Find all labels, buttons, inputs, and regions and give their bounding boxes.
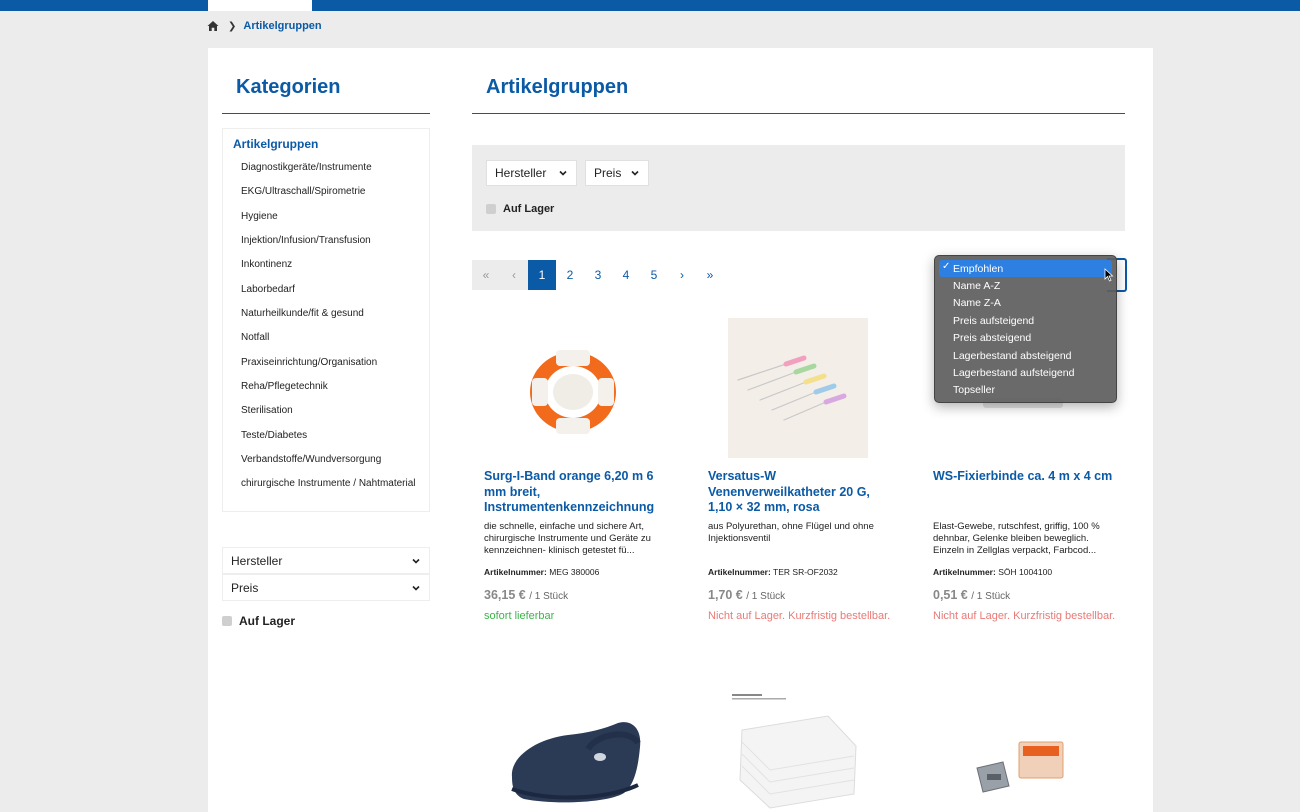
sidebar-title: Kategorien xyxy=(236,76,341,98)
product-image-blades[interactable] xyxy=(933,730,1118,812)
product-sku-label: Artikelnummer: xyxy=(933,567,996,577)
mouse-cursor-icon xyxy=(1104,268,1114,282)
pagination-page[interactable]: 5 xyxy=(640,260,668,290)
filter-panel: Hersteller Preis Auf Lager xyxy=(472,145,1125,231)
category-group-active[interactable]: Artikelgruppen xyxy=(233,137,318,151)
sidebar-filter-manufacturer-label: Hersteller xyxy=(231,553,283,568)
category-item[interactable]: Notfall xyxy=(241,331,421,345)
product-name[interactable]: Versatus-W Venenverweilkatheter 20 G, 1,… xyxy=(708,469,893,516)
product-sku: Artikelnummer: SÖH 1004100 xyxy=(933,567,1052,577)
pagination-page[interactable]: 3 xyxy=(584,260,612,290)
product-availability: sofort lieferbar xyxy=(484,610,555,622)
sidebar-filter-price-label: Preis xyxy=(231,580,259,595)
sort-option-selected[interactable]: ✓ Empfohlen xyxy=(939,260,1112,278)
chevron-right-icon: ❯ xyxy=(228,20,237,32)
category-item[interactable]: chirurgische Instrumente / Nahtmaterial xyxy=(241,477,421,491)
in-stock-filter[interactable]: Auf Lager xyxy=(486,203,554,215)
product-sku-label: Artikelnummer: xyxy=(708,567,771,577)
sort-option[interactable]: Preis absteigend xyxy=(939,330,1112,347)
product-price-value: 36,15 € xyxy=(484,588,526,602)
product-sku-value: SÖH 1004100 xyxy=(998,567,1053,577)
filter-manufacturer-label: Hersteller xyxy=(495,166,547,180)
product-price: 36,15 € / 1 Stück xyxy=(484,588,568,602)
category-item[interactable]: Verbandstoffe/Wundversorgung xyxy=(241,453,421,467)
product-name[interactable]: WS-Fixierbinde ca. 4 m x 4 cm xyxy=(933,469,1118,485)
filter-price-label: Preis xyxy=(594,166,622,180)
category-item[interactable]: Inkontinenz xyxy=(241,258,421,272)
sort-option[interactable]: Preis aufsteigend xyxy=(939,312,1112,329)
home-icon[interactable] xyxy=(207,20,219,32)
sidebar-filter-price[interactable]: Preis xyxy=(222,574,430,601)
product-sku-label: Artikelnummer: xyxy=(484,567,547,577)
sidebar-in-stock-filter[interactable]: Auf Lager xyxy=(222,614,295,628)
in-stock-checkbox[interactable] xyxy=(222,616,232,626)
product-unit: / 1 Stück xyxy=(529,591,569,602)
top-bar-tab[interactable] xyxy=(208,0,312,11)
sort-option[interactable]: Topseller xyxy=(939,382,1112,399)
sort-option[interactable]: Name A-Z xyxy=(939,277,1112,294)
product-sku-value: MEG 380006 xyxy=(549,567,600,577)
product-unit: / 1 Stück xyxy=(746,591,786,602)
filter-manufacturer-button[interactable]: Hersteller xyxy=(486,160,577,186)
product-image-gauze[interactable] xyxy=(708,690,893,812)
product-price: 1,70 € / 1 Stück xyxy=(708,588,785,602)
product-sku-value: TER SR-OF2032 xyxy=(773,567,838,577)
pagination-next[interactable]: › xyxy=(668,260,696,290)
chevron-down-icon xyxy=(631,170,639,176)
sort-option[interactable]: Lagerbestand aufsteigend xyxy=(939,364,1112,381)
category-item[interactable]: Teste/Diabetes xyxy=(241,429,421,443)
category-item[interactable]: Naturheilkunde/fit & gesund xyxy=(241,307,421,321)
pagination-page[interactable]: 2 xyxy=(556,260,584,290)
product-price-value: 0,51 € xyxy=(933,588,968,602)
product-unit: / 1 Stück xyxy=(971,591,1011,602)
product-image[interactable] xyxy=(708,318,893,458)
category-item[interactable]: Reha/Pflegetechnik xyxy=(241,380,421,394)
category-item[interactable]: Diagnostikgeräte/Instrumente xyxy=(241,161,421,175)
pagination-page-current[interactable]: 1 xyxy=(528,260,556,290)
product-price: 0,51 € / 1 Stück xyxy=(933,588,1010,602)
in-stock-checkbox[interactable] xyxy=(486,204,496,214)
product-availability: Nicht auf Lager. Kurzfristig bestellbar. xyxy=(933,610,1116,622)
title-divider xyxy=(472,113,1125,114)
pagination-last[interactable]: » xyxy=(696,260,724,290)
sort-option[interactable]: Name Z-A xyxy=(939,295,1112,312)
product-availability: Nicht auf Lager. Kurzfristig bestellbar. xyxy=(708,610,891,622)
product-name[interactable]: Surg-I-Band orange 6,20 m 6 mm breit, In… xyxy=(484,469,669,516)
sidebar-divider xyxy=(222,113,430,114)
category-list: Artikelgruppen Diagnostikgeräte/Instrume… xyxy=(222,128,430,512)
sort-dropdown: ✓ Empfohlen Name A-Z Name Z-A Preis aufst… xyxy=(934,255,1117,403)
product-image[interactable] xyxy=(484,318,669,458)
sidebar-filter-manufacturer[interactable]: Hersteller xyxy=(222,547,430,574)
category-item[interactable]: Laborbedarf xyxy=(241,283,421,297)
category-item[interactable]: Praxiseinrichtung/Organisation xyxy=(241,356,421,370)
pagination: « ‹ 1 2 3 4 5 › » xyxy=(472,260,724,290)
sort-option-label: Empfohlen xyxy=(953,262,1004,275)
pagination-prev[interactable]: ‹ xyxy=(500,260,528,290)
chevron-down-icon xyxy=(412,558,420,564)
category-item[interactable]: Injektion/Infusion/Transfusion xyxy=(241,234,421,248)
category-item[interactable]: Hygiene xyxy=(241,210,421,224)
pagination-page[interactable]: 4 xyxy=(612,260,640,290)
in-stock-label: Auf Lager xyxy=(503,203,555,215)
category-item[interactable]: EKG/Ultraschall/Spirometrie xyxy=(241,185,421,199)
product-description: Elast-Gewebe, rutschfest, griffig, 100 %… xyxy=(933,521,1100,556)
pagination-first[interactable]: « xyxy=(472,260,500,290)
check-icon: ✓ xyxy=(942,261,951,272)
breadcrumb: ❯ Artikelgruppen xyxy=(207,19,322,33)
product-description: die schnelle, einfache und sichere Art, … xyxy=(484,521,651,556)
product-sku: Artikelnummer: TER SR-OF2032 xyxy=(708,567,838,577)
product-sku: Artikelnummer: MEG 380006 xyxy=(484,567,599,577)
page-title: Artikelgruppen xyxy=(486,76,629,98)
product-image-clog[interactable] xyxy=(484,705,669,812)
breadcrumb-current[interactable]: Artikelgruppen xyxy=(243,20,321,32)
product-description: aus Polyurethan, ohne Flügel und ohne In… xyxy=(708,521,874,544)
product-price-value: 1,70 € xyxy=(708,588,743,602)
top-bar xyxy=(0,0,1300,11)
filter-price-button[interactable]: Preis xyxy=(585,160,649,186)
sort-option[interactable]: Lagerbestand absteigend xyxy=(939,347,1112,364)
category-item[interactable]: Sterilisation xyxy=(241,404,421,418)
chevron-down-icon xyxy=(559,170,567,176)
chevron-down-icon xyxy=(412,585,420,591)
in-stock-label: Auf Lager xyxy=(239,614,296,628)
